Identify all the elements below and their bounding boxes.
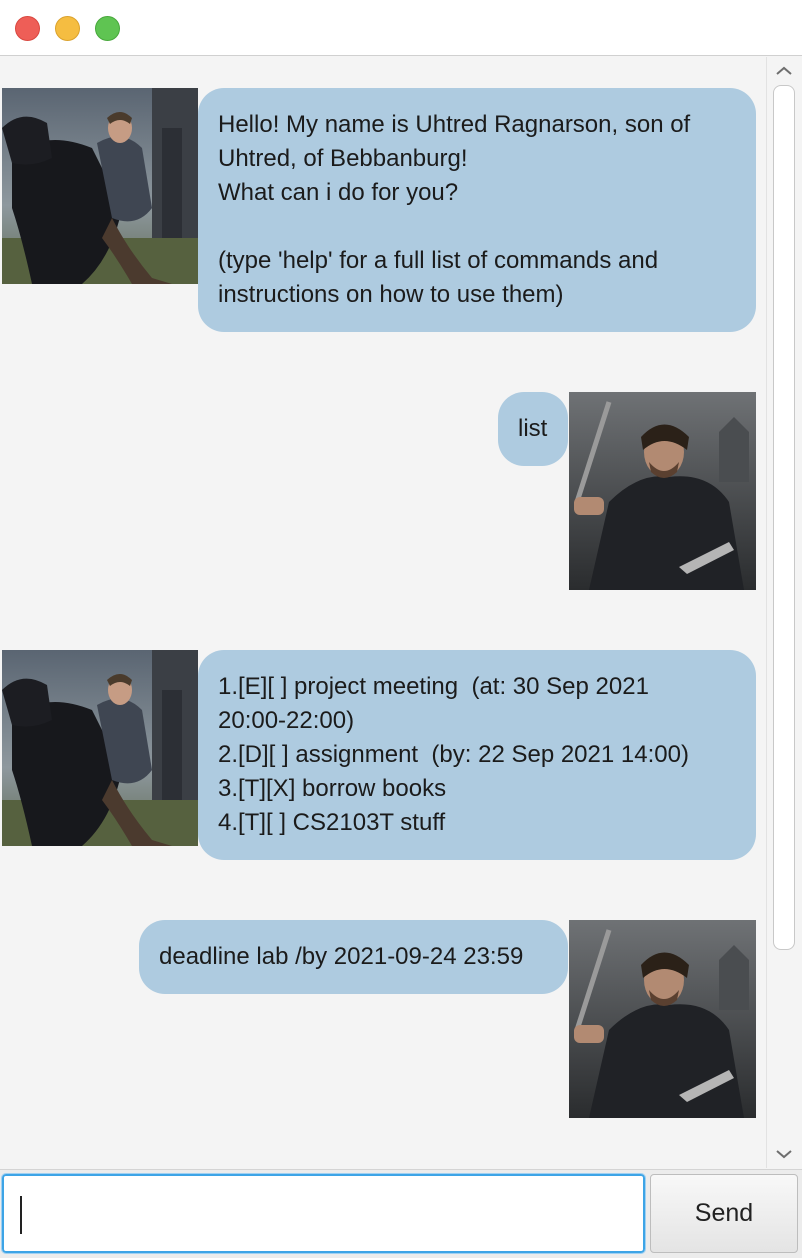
scroll-track[interactable] <box>773 85 795 1140</box>
duke-message-bubble: Hello! My name is Uhtred Ragnarson, son … <box>198 88 756 332</box>
user-input-field[interactable] <box>1 1173 646 1254</box>
user-avatar <box>569 392 756 590</box>
duke-avatar <box>2 88 198 284</box>
minimize-window-button[interactable] <box>55 16 80 41</box>
duke-message-bubble: 1.[E][ ] project meeting (at: 30 Sep 202… <box>198 650 756 860</box>
user-message-bubble: deadline lab /by 2021-09-24 23:59 <box>139 920 568 994</box>
scroll-thumb[interactable] <box>773 85 795 950</box>
text-caret <box>20 1196 22 1234</box>
close-window-button[interactable] <box>15 16 40 41</box>
title-bar <box>0 0 802 56</box>
warrior-with-sword-avatar <box>569 920 756 1118</box>
app-window: Hello! My name is Uhtred Ragnarson, son … <box>0 0 802 1258</box>
zoom-window-button[interactable] <box>95 16 120 41</box>
warrior-with-sword-avatar <box>569 392 756 590</box>
dialog-container[interactable]: Hello! My name is Uhtred Ragnarson, son … <box>0 57 802 1168</box>
vertical-scrollbar[interactable] <box>766 57 802 1168</box>
send-button[interactable]: Send <box>650 1174 798 1253</box>
scroll-down-icon[interactable] <box>767 1142 801 1166</box>
user-avatar <box>569 920 756 1118</box>
input-bar: Send <box>0 1169 802 1258</box>
warrior-on-horse-avatar <box>2 650 198 846</box>
duke-avatar <box>2 650 198 846</box>
warrior-on-horse-avatar <box>2 88 198 284</box>
scroll-up-icon[interactable] <box>767 59 801 83</box>
user-message-bubble: list <box>498 392 568 466</box>
